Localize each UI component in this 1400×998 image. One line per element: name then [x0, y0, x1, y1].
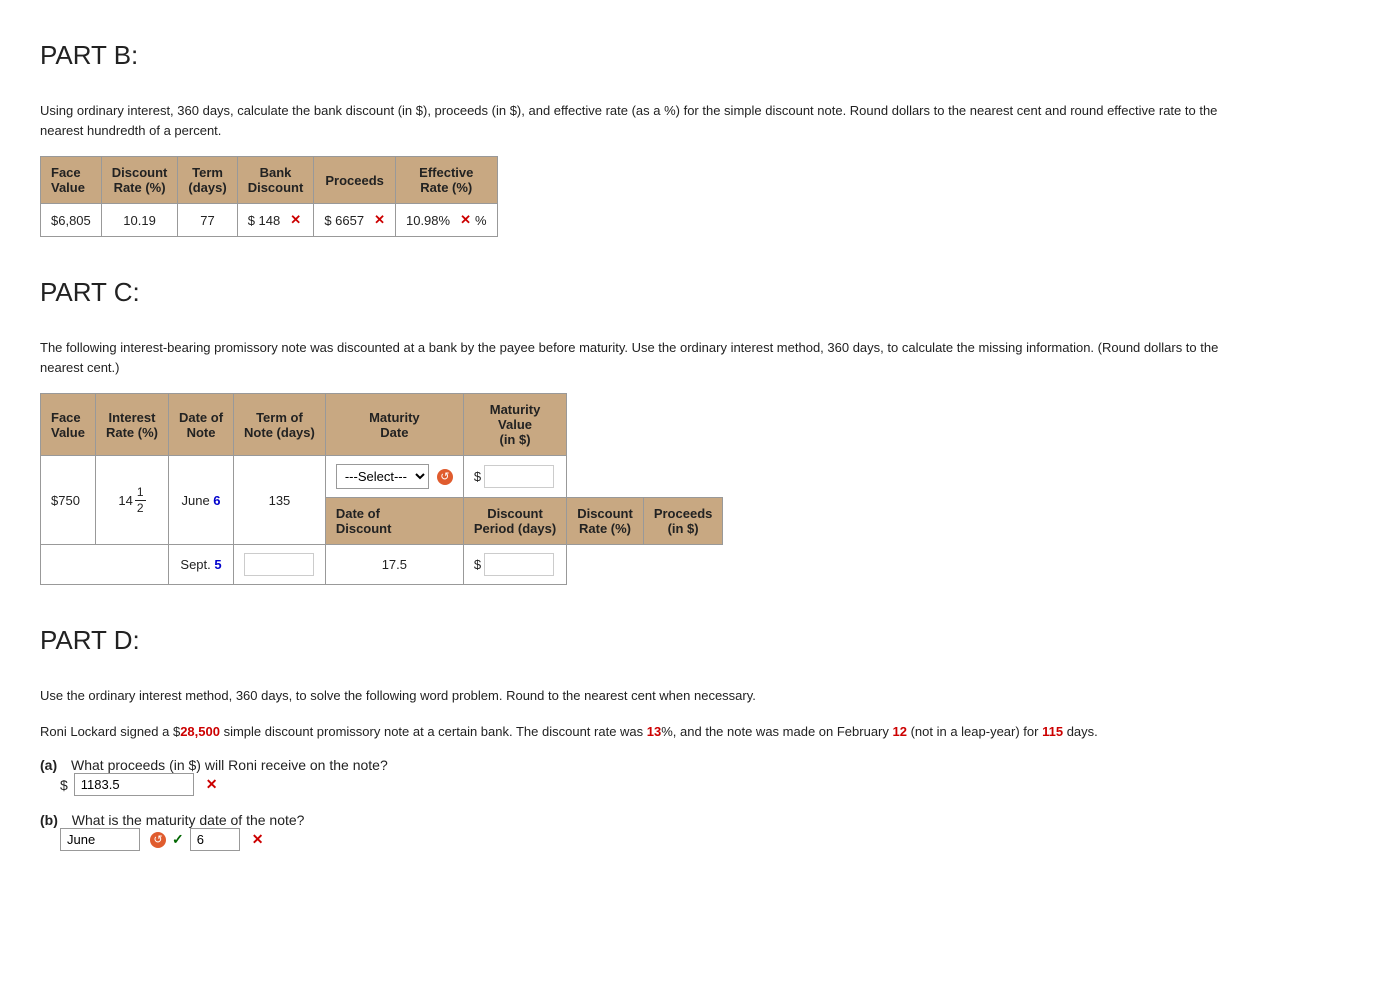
col-discount-period: DiscountPeriod (days): [463, 498, 566, 545]
cell-discount-period: [234, 545, 326, 585]
col-proceeds-in: Proceeds(in $): [643, 498, 723, 545]
part-c-top-row: $750 14 1 2 June 6 135: [41, 456, 723, 498]
col-c-date-of-note: Date ofNote: [168, 394, 233, 456]
part-b-section: PART B: Using ordinary interest, 360 day…: [40, 40, 1360, 237]
proceeds-input[interactable]: [484, 553, 554, 576]
cell-discount-rate-value: 17.5: [325, 545, 463, 585]
part-c-title: PART C:: [40, 277, 1360, 308]
col-c-face-value: FaceValue: [41, 394, 96, 456]
month-select-icon[interactable]: ↺: [150, 832, 166, 848]
question-b-answer: ↺ ✓ ✕: [60, 828, 1360, 851]
part-c-top-table: FaceValue InterestRate (%) Date ofNote T…: [40, 393, 723, 585]
table-row: $6,805 10.19 77 $ 148 ✕ $ 6657 ✕: [41, 204, 498, 237]
part-d-section: PART D: Use the ordinary interest method…: [40, 625, 1360, 851]
proceeds-clear[interactable]: ✕: [374, 212, 385, 228]
col-c-maturity-value: MaturityValue(in $): [463, 394, 566, 456]
cell-date-of-discount: Sept. 5: [168, 545, 233, 585]
col-effective-rate: EffectiveRate (%): [395, 157, 497, 204]
question-b-clear[interactable]: ✕: [252, 831, 264, 848]
cell-face-value: $6,805: [41, 204, 102, 237]
percent-label: %: [475, 213, 487, 228]
part-c-section: PART C: The following interest-bearing p…: [40, 277, 1360, 585]
question-a-text: (a) What proceeds (in $) will Roni recei…: [40, 757, 1360, 773]
check-icon: ✓: [172, 831, 184, 848]
part-d-description: Use the ordinary interest method, 360 da…: [40, 686, 1240, 706]
question-b-text: (b) What is the maturity date of the not…: [40, 812, 1360, 828]
select-icon[interactable]: ↺: [437, 469, 453, 485]
effective-rate-clear[interactable]: ✕: [460, 212, 471, 228]
col-bank-discount: BankDiscount: [237, 157, 314, 204]
part-d-title: PART D:: [40, 625, 1360, 656]
cell-discount-rate: 10.19: [101, 204, 178, 237]
question-b: (b) What is the maturity date of the not…: [40, 812, 1360, 851]
cell-c-date-of-note: June 6: [168, 456, 233, 545]
col-discount-rate: DiscountRate (%): [567, 498, 644, 545]
question-a-answer: $ ✕: [60, 773, 1360, 796]
cell-effective-rate: 10.98% ✕ %: [395, 204, 497, 237]
cell-c-interest-rate: 14 1 2: [95, 456, 168, 545]
col-proceeds: Proceeds: [314, 157, 396, 204]
cell-proceeds: $ 6657 ✕: [314, 204, 396, 237]
col-c-interest-rate: InterestRate (%): [95, 394, 168, 456]
maturity-date-select[interactable]: ---Select--- Oct. 19 Oct. 18 Oct. 20: [336, 464, 429, 489]
cell-proceeds-value: $: [463, 545, 566, 585]
part-d-problem: Roni Lockard signed a $28,500 simple dis…: [40, 722, 1240, 742]
bank-discount-clear[interactable]: ✕: [290, 212, 301, 228]
col-c-maturity-date: MaturityDate: [325, 394, 463, 456]
col-c-term-of-note: Term ofNote (days): [234, 394, 326, 456]
part-b-description: Using ordinary interest, 360 days, calcu…: [40, 101, 1240, 140]
proceeds-value: $ 6657: [324, 213, 364, 228]
question-b-day-input[interactable]: [190, 828, 240, 851]
maturity-value-input[interactable]: [484, 465, 554, 488]
col-discount-rate: DiscountRate (%): [101, 157, 178, 204]
part-c-discount-row: Sept. 5 17.5 $: [41, 545, 723, 585]
cell-term: 77: [178, 204, 237, 237]
col-face-value: FaceValue: [41, 157, 102, 204]
col-term: Term(days): [178, 157, 237, 204]
cell-c-maturity-value: $: [463, 456, 566, 498]
question-b-month-input[interactable]: [60, 828, 140, 851]
question-a: (a) What proceeds (in $) will Roni recei…: [40, 757, 1360, 796]
part-b-title: PART B:: [40, 40, 1360, 71]
part-c-description: The following interest-bearing promissor…: [40, 338, 1240, 377]
cell-c-term-of-note: 135: [234, 456, 326, 545]
question-a-clear[interactable]: ✕: [206, 776, 218, 793]
cell-c-face-value: $750: [41, 456, 96, 545]
part-b-table: FaceValue DiscountRate (%) Term(days) Ba…: [40, 156, 498, 237]
effective-rate-value: 10.98%: [406, 213, 450, 228]
discount-period-input[interactable]: [244, 553, 314, 576]
cell-c-maturity-date: ---Select--- Oct. 19 Oct. 18 Oct. 20 ↺: [325, 456, 463, 498]
col-date-discount: Date ofDiscount: [325, 498, 463, 545]
question-a-input[interactable]: [74, 773, 194, 796]
bank-discount-value: $ 148: [248, 213, 281, 228]
cell-bank-discount: $ 148 ✕: [237, 204, 314, 237]
